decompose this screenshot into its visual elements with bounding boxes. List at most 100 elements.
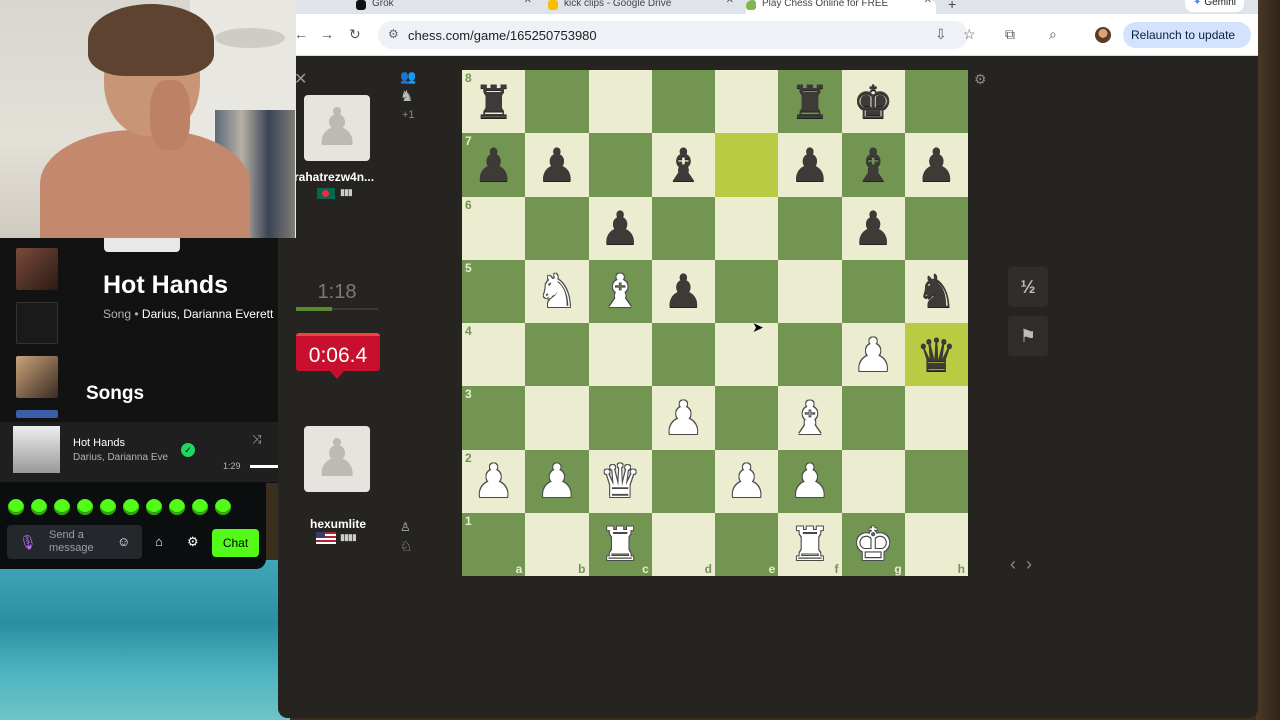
white-pawn-icon[interactable]: ♟ (536, 458, 577, 504)
microphone-icon[interactable]: 🎙 (19, 534, 37, 551)
black-pawn-icon[interactable]: ♟ (663, 268, 704, 314)
square-d3[interactable]: ♟ (651, 386, 715, 450)
emote-icon[interactable] (54, 499, 70, 515)
black-bishop-icon[interactable]: ♝ (663, 142, 704, 188)
black-queen-icon[interactable]: ♛ (916, 332, 957, 378)
square-d6[interactable] (651, 196, 715, 260)
square-c1[interactable]: c ♜ (588, 512, 652, 576)
square-d7[interactable]: ♝ (651, 133, 715, 197)
opponent-avatar[interactable]: ♟ (304, 95, 370, 161)
black-pawn-icon[interactable]: ♟ (789, 142, 830, 188)
square-d8[interactable] (651, 70, 715, 134)
square-h2[interactable] (904, 449, 968, 513)
playlist-art[interactable] (16, 410, 58, 418)
white-king-icon[interactable]: ♚ (853, 521, 894, 567)
square-c5[interactable]: ♝ (588, 259, 652, 323)
black-bishop-icon[interactable]: ♝ (853, 142, 894, 188)
square-a3[interactable]: 3 (462, 386, 526, 450)
next-move-icon[interactable]: › (1026, 554, 1042, 574)
black-pawn-icon[interactable]: ♟ (473, 142, 514, 188)
now-playing-art[interactable] (13, 426, 60, 473)
square-f7[interactable]: ♟ (778, 133, 842, 197)
square-c7[interactable] (588, 133, 652, 197)
new-tab-icon[interactable]: + (948, 0, 956, 12)
emote-icon[interactable] (8, 499, 24, 515)
black-knight-icon[interactable]: ♞ (916, 268, 957, 314)
square-e7[interactable] (715, 133, 779, 197)
emote-icon[interactable] (77, 499, 93, 515)
white-rook-icon[interactable]: ♜ (600, 521, 641, 567)
now-playing-title[interactable]: Hot Hands (73, 437, 125, 449)
close-tab-icon[interactable]: ✕ (524, 0, 532, 6)
square-c4[interactable] (588, 323, 652, 387)
square-a8[interactable]: 8 ♜ (462, 70, 526, 134)
gemini-button[interactable]: ✦ Gemini (1185, 0, 1244, 12)
chat-settings-icon[interactable]: ⚙ (187, 534, 199, 550)
square-b3[interactable] (525, 386, 589, 450)
square-g4[interactable]: ♟ (841, 323, 905, 387)
square-a4[interactable]: 4 (462, 323, 526, 387)
shuffle-icon[interactable]: ⤨ (252, 432, 262, 447)
black-pawn-icon[interactable]: ♟ (916, 142, 957, 188)
square-h6[interactable] (904, 196, 968, 260)
white-pawn-icon[interactable]: ♟ (789, 458, 830, 504)
forward-icon[interactable]: → (320, 26, 334, 42)
black-pawn-icon[interactable]: ♟ (600, 205, 641, 251)
square-f2[interactable]: ♟ (778, 449, 842, 513)
square-c2[interactable]: ♛ (588, 449, 652, 513)
square-e6[interactable] (715, 196, 779, 260)
emote-icon[interactable] (123, 499, 139, 515)
white-pawn-icon[interactable]: ♟ (726, 458, 767, 504)
square-f3[interactable]: ♝ (778, 386, 842, 450)
close-tab-icon[interactable]: ✕ (924, 0, 932, 6)
black-pawn-icon[interactable]: ♟ (853, 205, 894, 251)
address-bar[interactable]: ⚙ chess.com/game/165250753980 (378, 21, 968, 49)
close-panel-icon[interactable]: ✕ (294, 69, 307, 89)
message-input[interactable]: 🎙 Send a message ☺ (7, 525, 142, 559)
store-icon[interactable]: ⌂ (155, 534, 163, 549)
square-b2[interactable]: ♟ (525, 449, 589, 513)
song-artists[interactable]: Darius, Darianna Everett (142, 307, 273, 321)
emote-icon[interactable] (146, 499, 162, 515)
square-f1[interactable]: f ♜ (778, 512, 842, 576)
install-app-icon[interactable]: ⇩ (935, 26, 947, 43)
square-f8[interactable]: ♜ (778, 70, 842, 134)
white-queen-icon[interactable]: ♛ (600, 458, 641, 504)
square-g2[interactable] (841, 449, 905, 513)
square-a5[interactable]: 5 (462, 259, 526, 323)
white-pawn-icon[interactable]: ♟ (473, 458, 514, 504)
black-king-icon[interactable]: ♚ (853, 79, 894, 125)
opponent-username[interactable]: rahatrezw4n... (294, 170, 374, 184)
extensions-icon[interactable]: ⧉ (1005, 26, 1015, 43)
tab-chess[interactable]: Play Chess Online for FREE ✕ (746, 0, 936, 14)
board-settings-icon[interactable]: ⚙ (974, 71, 987, 88)
my-avatar[interactable]: ♟ (304, 426, 370, 492)
chess-board[interactable]: 8 ♜ ♜ ♚ 7 ♟ ♟ ♝ ♟ ♝ ♟ 6 ♟ ♟ 5 ♞ ♝ ♟ ♞ 4 ♟ ♛ 3 ♟ ♝ 2 ♟ ♟ ♛ ♟ ♟ 1 a b c ♜ d e f ♜… (462, 70, 968, 576)
square-a6[interactable]: 6 (462, 196, 526, 260)
emote-icon[interactable] (31, 499, 47, 515)
emote-icon[interactable] (192, 499, 208, 515)
square-f5[interactable] (778, 259, 842, 323)
tab-drive[interactable]: kick clips - Google Drive ✕ (548, 0, 738, 14)
bookmark-star-icon[interactable]: ☆ (963, 26, 976, 43)
square-h5[interactable]: ♞ (904, 259, 968, 323)
back-icon[interactable]: ← (294, 26, 308, 42)
square-a2[interactable]: 2 ♟ (462, 449, 526, 513)
square-h4[interactable]: ♛ (904, 323, 968, 387)
square-b7[interactable]: ♟ (525, 133, 589, 197)
square-h1[interactable]: h (904, 512, 968, 576)
square-d1[interactable]: d (651, 512, 715, 576)
black-pawn-icon[interactable]: ♟ (536, 142, 577, 188)
resign-flag-button[interactable]: ⚑ (1008, 316, 1048, 356)
playback-progress[interactable] (250, 465, 278, 468)
players-icon[interactable]: 👥 (400, 69, 416, 85)
square-g5[interactable] (841, 259, 905, 323)
emote-icon[interactable] (100, 499, 116, 515)
square-c3[interactable] (588, 386, 652, 450)
square-a7[interactable]: 7 ♟ (462, 133, 526, 197)
square-e2[interactable]: ♟ (715, 449, 779, 513)
square-e5[interactable] (715, 259, 779, 323)
white-bishop-icon[interactable]: ♝ (789, 395, 830, 441)
tab-grok[interactable]: Grok ✕ (356, 0, 536, 14)
playlist-art[interactable] (16, 356, 58, 398)
